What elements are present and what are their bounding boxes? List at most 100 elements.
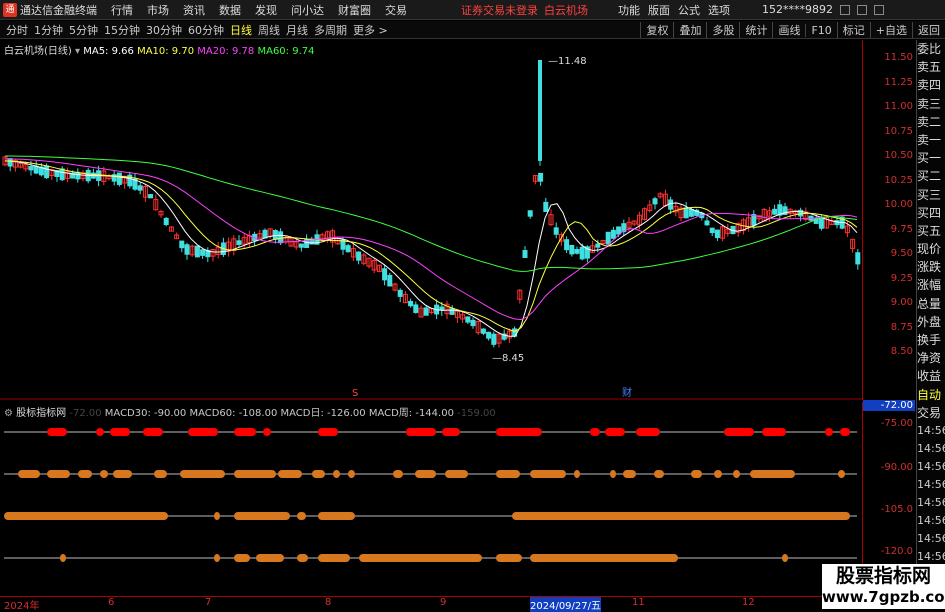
tool-multi-button[interactable]: 多股 xyxy=(706,22,739,38)
close-icon[interactable] xyxy=(874,4,884,15)
minimize-icon[interactable] xyxy=(840,4,850,15)
maximize-icon[interactable] xyxy=(857,4,867,15)
candle-body xyxy=(397,289,403,297)
user-account[interactable]: 152****9892 xyxy=(762,3,833,16)
tool-overlay-button[interactable]: 叠加 xyxy=(673,22,706,38)
macd-signal-bar xyxy=(496,428,542,436)
ma-toggle-icon[interactable]: ▾ xyxy=(75,46,80,57)
candle-body xyxy=(569,244,575,255)
tool-back-button[interactable]: 返回 xyxy=(912,22,945,38)
quote-field[interactable]: 总量 xyxy=(917,295,945,313)
menu-quotes[interactable]: 行情 xyxy=(111,2,133,18)
price-tick: 9.00 xyxy=(890,297,913,308)
macd-signal-bar xyxy=(838,470,845,478)
quote-field[interactable]: 换手 xyxy=(917,331,945,349)
candle-body xyxy=(59,168,65,181)
macd-chart[interactable] xyxy=(0,402,862,594)
macd-tick: -90.00 xyxy=(880,462,913,473)
quote-field[interactable]: 涨跌 xyxy=(917,258,945,276)
macd-signal-bar xyxy=(691,470,702,478)
quote-field[interactable]: 买五 xyxy=(917,222,945,240)
kline-chart[interactable]: —11.48 —8.45 S 财 xyxy=(0,40,862,400)
quote-field[interactable]: 外盘 xyxy=(917,313,945,331)
candle-body xyxy=(116,172,122,185)
macd-signal-bar xyxy=(605,428,625,436)
indicator-settings-icon[interactable]: ⚙ xyxy=(4,408,13,419)
menu-formula[interactable]: 公式 xyxy=(678,2,700,18)
menu-ask[interactable]: 问小达 xyxy=(291,2,324,18)
period-tab[interactable]: 多周期 xyxy=(314,22,347,38)
tool-f10-button[interactable]: F10 xyxy=(805,23,836,37)
price-tick: 9.25 xyxy=(890,272,913,284)
macd-tick: -105.0 xyxy=(880,504,913,515)
login-status[interactable]: 证券交易未登录 xyxy=(461,2,538,18)
menu-options[interactable]: 选项 xyxy=(708,2,730,18)
macd-signal-bar xyxy=(318,428,338,436)
macd-day-label: MACD日: -126.00 xyxy=(280,408,366,419)
candle-body xyxy=(200,249,206,256)
menu-trade[interactable]: 交易 xyxy=(385,2,407,18)
quote-field[interactable]: 买四 xyxy=(917,204,945,222)
period-tab[interactable]: 周线 xyxy=(258,22,280,38)
menu-function[interactable]: 功能 xyxy=(618,2,640,18)
period-tab-more[interactable]: 更多 > xyxy=(353,22,388,38)
quote-field[interactable]: 卖一 xyxy=(917,131,945,149)
date-tick: 2024/09/27/五 xyxy=(530,597,602,612)
quote-field[interactable]: 自动 xyxy=(917,386,945,404)
quote-field[interactable]: 收益 xyxy=(917,367,945,385)
macd-signal-bar xyxy=(333,470,340,478)
macd-signal-bar xyxy=(724,428,754,436)
period-tab[interactable]: 15分钟 xyxy=(104,22,140,38)
price-tick: 11.50 xyxy=(884,52,913,63)
candle-body xyxy=(491,333,497,345)
candle-body xyxy=(564,239,570,251)
macd-signal-bar xyxy=(234,428,256,436)
quote-field[interactable]: 委比 xyxy=(917,40,945,58)
indicator-name[interactable]: 股标指标网 xyxy=(16,408,66,419)
quote-field[interactable]: 卖五 xyxy=(917,58,945,76)
price-tick: 10.75 xyxy=(884,125,913,137)
tool-stats-button[interactable]: 统计 xyxy=(739,22,772,38)
candle-body xyxy=(148,194,154,199)
period-tab-daily[interactable]: 日线 xyxy=(230,22,252,38)
quote-field[interactable]: 买二 xyxy=(917,167,945,185)
menu-discover[interactable]: 发现 xyxy=(255,2,277,18)
candle-body xyxy=(298,243,304,248)
quote-field[interactable]: 交易 xyxy=(917,404,945,422)
macd-tick: -72.00 xyxy=(863,400,915,411)
tool-watchlist-button[interactable]: +自选 xyxy=(869,22,912,38)
period-tab[interactable]: 分时 xyxy=(6,22,28,38)
macd-signal-bar xyxy=(180,470,225,478)
quote-field[interactable]: 卖二 xyxy=(917,113,945,131)
quote-field[interactable]: 卖三 xyxy=(917,95,945,113)
period-tab[interactable]: 1分钟 xyxy=(34,22,63,38)
quote-field[interactable]: 涨幅 xyxy=(917,276,945,294)
quote-field[interactable]: 净资 xyxy=(917,349,945,367)
app-title: 通达信金融终端 xyxy=(20,3,97,17)
quote-field[interactable]: 买一 xyxy=(917,149,945,167)
tool-adjust-button[interactable]: 复权 xyxy=(640,22,673,38)
menu-layout[interactable]: 版面 xyxy=(648,2,670,18)
ma20-label: MA20: 9.78 xyxy=(197,46,255,57)
period-tab[interactable]: 30分钟 xyxy=(146,22,182,38)
high-price-label: —11.48 xyxy=(548,56,587,67)
candle-body xyxy=(184,244,190,255)
tool-mark-button[interactable]: 标记 xyxy=(836,22,870,38)
macd-signal-bar xyxy=(496,554,522,562)
quote-panel: 委比 卖五 卖四 卖三 卖二 卖一 买一 买二 买三 买四 买五 现价 涨跌 涨幅 总量 外盘 换手 净资 收益 自动… xyxy=(916,40,945,594)
macd-signal-bar xyxy=(359,554,482,562)
menu-news[interactable]: 资讯 xyxy=(183,2,205,18)
quote-field[interactable]: 买三 xyxy=(917,186,945,204)
period-tab[interactable]: 月线 xyxy=(286,22,308,38)
menu-data[interactable]: 数据 xyxy=(219,2,241,18)
candle-body xyxy=(33,165,39,174)
app-logo-icon: 通 xyxy=(3,2,17,17)
tool-draw-button[interactable]: 画线 xyxy=(772,22,805,38)
candle-body xyxy=(7,158,13,167)
quote-field[interactable]: 卖四 xyxy=(917,76,945,94)
menu-market[interactable]: 市场 xyxy=(147,2,169,18)
quote-field[interactable]: 现价 xyxy=(917,240,945,258)
period-tab[interactable]: 60分钟 xyxy=(188,22,224,38)
menu-wealth[interactable]: 财富圈 xyxy=(338,2,371,18)
period-tab[interactable]: 5分钟 xyxy=(69,22,98,38)
